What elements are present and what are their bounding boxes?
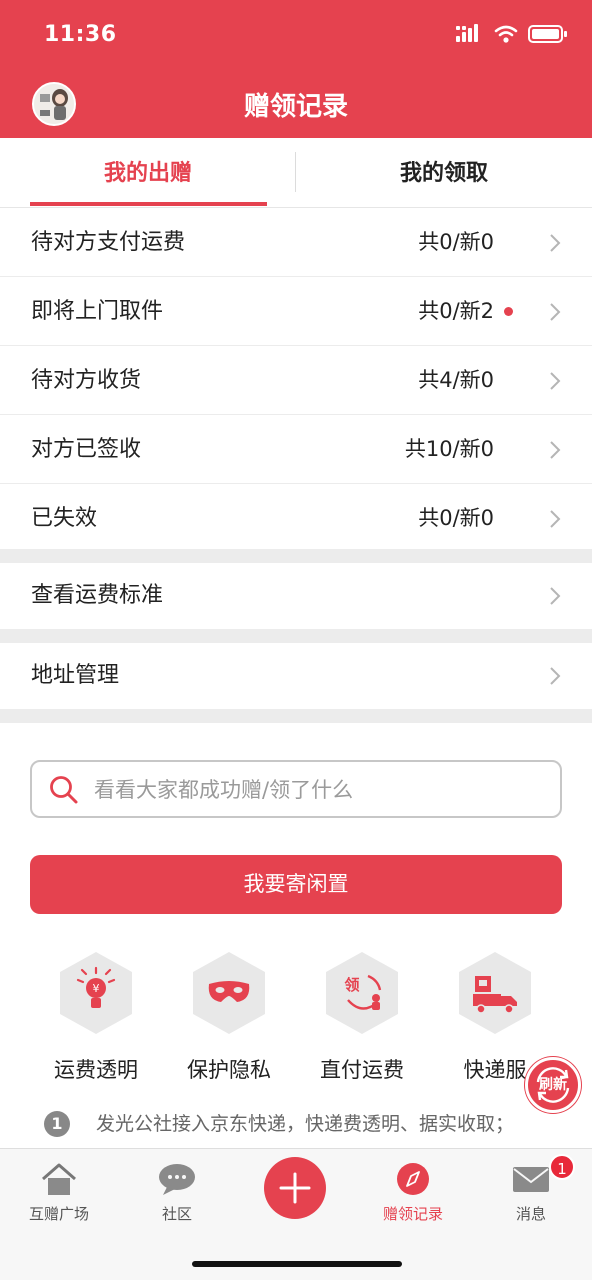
chevron-right-icon: [550, 510, 561, 528]
list-item-pickup-soon[interactable]: 即将上门取件 共0/新2: [0, 277, 592, 346]
tab-my-receives[interactable]: 我的领取: [296, 138, 592, 208]
refresh-button[interactable]: 刷新: [525, 1057, 581, 1113]
feature-express-service[interactable]: 快递服: [455, 950, 535, 1090]
tab-community[interactable]: 社区: [118, 1149, 236, 1229]
list-item-count: 共0/新0: [418, 506, 494, 530]
status-bar: 11:36: [0, 0, 592, 70]
feature-direct-pay[interactable]: 领 直付运费: [320, 950, 404, 1090]
list-item-label: 对方已签收: [31, 437, 142, 462]
signal-icon: [456, 24, 478, 42]
page-title: 赠领记录: [243, 92, 348, 122]
home-indicator: [192, 1261, 402, 1267]
tab-label: 社区: [161, 1205, 192, 1223]
list-item-label: 待对方支付运费: [31, 230, 186, 255]
tab-records[interactable]: 赠领记录: [354, 1149, 472, 1229]
info-note: 1 发光公社接入京东快递，快递费透明、据实收取；: [44, 1108, 592, 1142]
new-indicator-dot: [504, 307, 513, 316]
feature-privacy[interactable]: 保护隐私: [187, 950, 271, 1090]
search-input[interactable]: 看看大家都成功赠/领了什么: [30, 760, 562, 818]
list-item-count: 共0/新2: [418, 299, 494, 323]
delivery-truck-icon: [459, 952, 531, 1034]
post-button[interactable]: [264, 1157, 326, 1219]
search-icon: [50, 776, 78, 804]
tab-exchange-plaza[interactable]: 互赠广场: [0, 1149, 118, 1229]
section-divider: [0, 629, 592, 643]
chevron-right-icon: [550, 667, 561, 685]
info-text: 发光公社接入京东快递，快递费透明、据实收取；: [96, 1113, 515, 1135]
chevron-right-icon: [550, 441, 561, 459]
mail-icon: [513, 1167, 549, 1192]
status-time: 11:36: [44, 22, 117, 47]
list-item-pending-payment[interactable]: 待对方支付运费 共0/新0: [0, 208, 592, 277]
feature-label: 直付运费: [320, 1058, 404, 1082]
info-number: 1: [44, 1111, 70, 1137]
list-item-count: 共4/新0: [418, 368, 494, 392]
feature-transparent-shipping[interactable]: ¥ 运费透明: [54, 950, 138, 1090]
home-icon: [42, 1163, 76, 1195]
list-item-label: 已失效: [31, 506, 98, 531]
list-item-count: 共0/新0: [418, 230, 494, 254]
feature-label: 保护隐私: [187, 1058, 271, 1082]
tab-label: 互赠广场: [28, 1205, 89, 1223]
active-tab-indicator: [30, 202, 267, 206]
list-item-expired[interactable]: 已失效 共0/新0: [0, 484, 592, 553]
nav-bar: 赠领记录: [0, 70, 592, 138]
list-item-address-management[interactable]: 地址管理: [0, 643, 592, 709]
search-placeholder: 看看大家都成功赠/领了什么: [94, 778, 354, 802]
tab-label: 赠领记录: [382, 1205, 443, 1223]
chevron-right-icon: [550, 303, 561, 321]
post-item-button[interactable]: 我要寄闲置: [30, 855, 562, 914]
mask-icon: [193, 952, 265, 1034]
chevron-right-icon: [550, 587, 561, 605]
svg-text:¥: ¥: [93, 982, 100, 995]
bulb-yen-icon: ¥: [60, 952, 132, 1034]
list-item-awaiting-delivery[interactable]: 待对方收货 共4/新0: [0, 346, 592, 415]
list-item-label: 查看运费标准: [31, 583, 164, 608]
feature-label: 运费透明: [54, 1058, 138, 1082]
status-icons: [456, 24, 568, 44]
refresh-label: 刷新: [539, 1077, 567, 1093]
list-item-signed[interactable]: 对方已签收 共10/新0: [0, 415, 592, 484]
tab-bar: 我的出赠 我的领取: [0, 138, 592, 208]
chat-bubble-icon: [159, 1164, 195, 1195]
section-divider: [0, 709, 592, 723]
list-item-label: 待对方收货: [31, 368, 142, 393]
plus-icon: [279, 1172, 311, 1204]
compass-icon: [397, 1163, 429, 1195]
list-item-count: 共10/新0: [404, 437, 494, 461]
message-badge: 1: [549, 1154, 575, 1180]
list-item-label: 地址管理: [31, 663, 120, 688]
chevron-right-icon: [550, 234, 561, 252]
list-item-label: 即将上门取件: [31, 299, 164, 324]
battery-icon: [528, 25, 567, 43]
tab-my-gives[interactable]: 我的出赠: [0, 138, 296, 208]
svg-text:领: 领: [343, 976, 359, 994]
section-divider: [0, 549, 592, 563]
tab-label: 消息: [515, 1205, 546, 1223]
list-item-shipping-standard[interactable]: 查看运费标准: [0, 563, 592, 629]
chevron-right-icon: [550, 372, 561, 390]
wifi-icon: [494, 25, 518, 43]
pay-shipping-icon: 领: [326, 952, 398, 1034]
